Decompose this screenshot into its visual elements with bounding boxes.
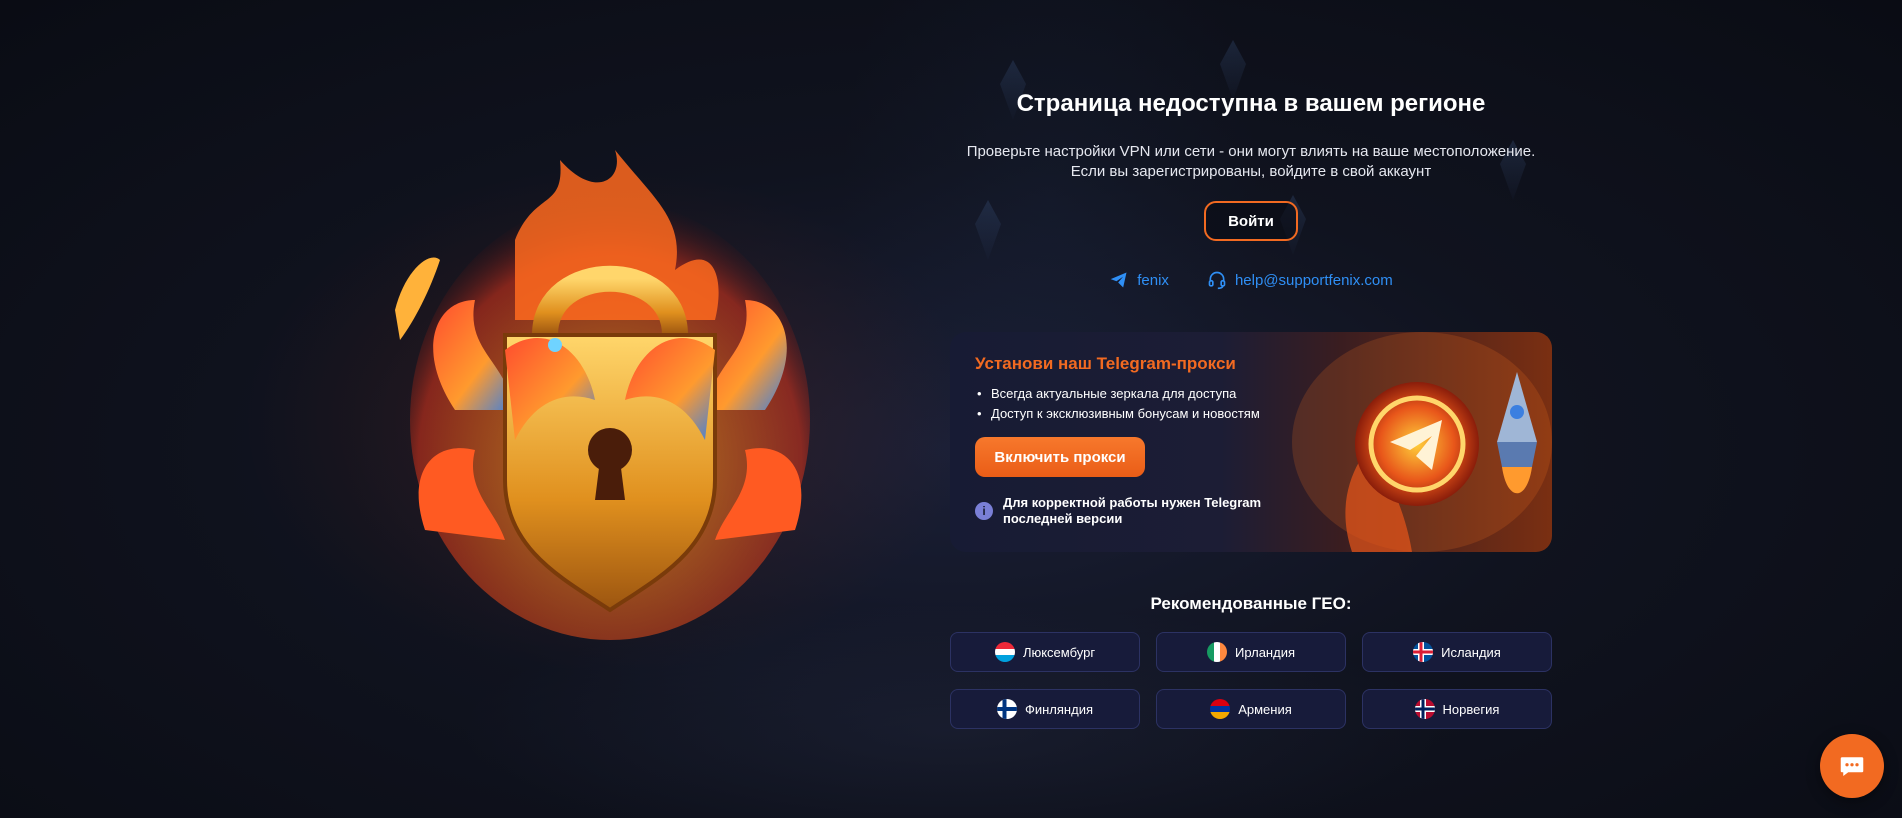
geo-button-ireland[interactable]: Ирландия <box>1156 632 1346 672</box>
proxy-note: i Для корректной работы нужен Telegram п… <box>975 495 1275 527</box>
geo-button-norway[interactable]: Норвегия <box>1362 689 1552 729</box>
chat-button[interactable] <box>1820 734 1884 798</box>
proxy-note-text: Для корректной работы нужен Telegram пос… <box>1003 495 1261 527</box>
armenia-flag-icon <box>1210 699 1231 719</box>
support-email-label: help@supportfenix.com <box>1234 271 1393 289</box>
geo-label: Норвегия <box>1442 701 1500 717</box>
login-button[interactable]: Войти <box>1204 201 1298 241</box>
geo-label: Ирландия <box>1234 644 1295 660</box>
telegram-rocket-illustration <box>1292 332 1552 552</box>
list-item: Доступ к эксклюзивным бонусам и новостям <box>975 404 1260 424</box>
luxembourg-flag-icon <box>994 642 1015 662</box>
geo-label: Исландия <box>1441 644 1501 660</box>
telegram-label: fenix <box>1137 271 1169 289</box>
geo-button-armenia[interactable]: Армения <box>1156 689 1346 729</box>
ireland-flag-icon <box>1206 642 1227 662</box>
chat-icon <box>1840 757 1864 776</box>
proxy-note-line: последней версии <box>1003 511 1123 526</box>
info-icon: i <box>975 502 993 520</box>
support-email-link[interactable]: help@supportfenix.com <box>1207 270 1393 290</box>
phoenix-lock-illustration <box>395 150 825 650</box>
geo-button-luxembourg[interactable]: Люксембург <box>950 632 1140 672</box>
contacts: fenix help@supportfenix.com <box>950 270 1552 290</box>
norway-flag-icon <box>1414 699 1435 719</box>
geo-grid: Люксембург Ирландия Исландия Финляндия А… <box>950 632 1552 729</box>
subtitle-line: Проверьте настройки VPN или сети - они м… <box>966 143 1536 160</box>
geo-button-finland[interactable]: Финляндия <box>950 689 1140 729</box>
headset-icon <box>1208 271 1226 290</box>
geo-button-iceland[interactable]: Исландия <box>1362 632 1552 672</box>
proxy-note-line: Для корректной работы нужен Telegram <box>1003 495 1262 510</box>
page-title: Страница недоступна в вашем регионе <box>1016 90 1486 117</box>
proxy-benefits-list: Всегда актуальные зеркала для доступа До… <box>975 384 1260 424</box>
telegram-link[interactable]: fenix <box>1109 270 1169 290</box>
geo-label: Люксембург <box>1022 644 1096 660</box>
telegram-icon <box>1110 272 1127 288</box>
finland-flag-icon <box>996 699 1017 719</box>
main-content: Страница недоступна в вашем регионе Пров… <box>950 0 1552 818</box>
list-item: Всегда актуальные зеркала для доступа <box>975 384 1260 404</box>
proxy-title: Установи наш Telegram-прокси <box>975 354 1236 373</box>
subtitle-line: Если вы зарегистрированы, войдите в свой… <box>1070 163 1432 180</box>
page-subtitle: Проверьте настройки VPN или сети - они м… <box>950 142 1552 182</box>
enable-proxy-button[interactable]: Включить прокси <box>975 437 1145 477</box>
geo-label: Финляндия <box>1024 701 1093 717</box>
geo-label: Армения <box>1238 701 1292 717</box>
recommended-geo-title: Рекомендованные ГЕО: <box>1150 594 1352 613</box>
iceland-flag-icon <box>1413 642 1434 662</box>
telegram-proxy-card: Установи наш Telegram-прокси Всегда акту… <box>950 332 1552 552</box>
